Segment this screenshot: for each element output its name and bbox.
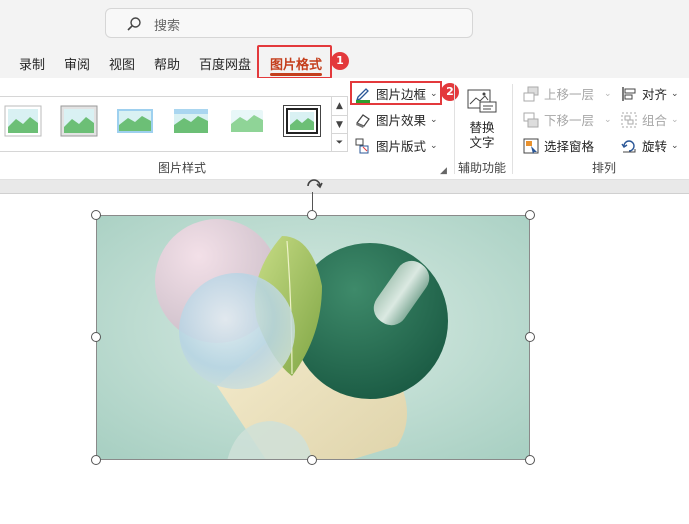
picture-styles-group-label: 图片样式	[158, 161, 207, 175]
chevron-down-icon: ⌄	[671, 140, 679, 151]
picture-style-4[interactable]	[172, 105, 210, 137]
group-divider	[454, 84, 455, 174]
picture-style-6[interactable]	[283, 105, 321, 137]
border-button-highlight	[350, 81, 442, 105]
group-button[interactable]: 组合 ⌄	[620, 110, 679, 129]
tab-highlight-box	[257, 45, 332, 79]
alt-text-label-1: 替换	[469, 120, 495, 135]
title-bar: 搜索	[0, 0, 689, 44]
resize-handle-right[interactable]	[525, 332, 535, 342]
tab-review[interactable]: 审阅	[64, 54, 90, 73]
tab-baidu-netdisk[interactable]: 百度网盘	[199, 54, 251, 73]
resize-handle-bottom[interactable]	[307, 455, 317, 465]
send-backward-label: 下移一层	[544, 113, 595, 128]
effects-icon	[354, 111, 372, 129]
document-top-area	[0, 180, 689, 194]
align-button[interactable]: 对齐 ⌄	[620, 84, 679, 103]
alt-text-button[interactable]: 替换 文字	[460, 84, 504, 150]
picture-style-5[interactable]	[228, 105, 266, 137]
chevron-down-icon: ⌄	[430, 140, 438, 151]
resize-handle-top-right[interactable]	[525, 210, 535, 220]
bring-forward-icon	[522, 85, 540, 103]
group-divider	[512, 84, 513, 174]
picture-layout-button[interactable]: 图片版式 ⌄	[354, 136, 438, 155]
selection-pane-button[interactable]: 选择窗格	[522, 136, 594, 155]
chevron-down-icon: ⌄	[430, 114, 438, 125]
dialog-launcher-icon[interactable]: ◢	[440, 166, 447, 176]
picture-style-3[interactable]	[116, 105, 154, 137]
bring-forward-button[interactable]: 上移一层 ⌄	[522, 84, 612, 103]
rotate-icon	[620, 137, 638, 155]
resize-handle-left[interactable]	[91, 332, 101, 342]
gallery-more[interactable]: ⏷	[331, 133, 347, 152]
selection-pane-icon	[522, 137, 540, 155]
search-box[interactable]: 搜索	[105, 8, 473, 38]
search-icon	[126, 16, 142, 36]
step-badge-1: 1	[331, 52, 349, 70]
alt-text-label-2: 文字	[469, 135, 495, 150]
align-icon	[620, 85, 638, 103]
selected-picture[interactable]	[96, 215, 530, 460]
rotate-handle-icon[interactable]	[304, 174, 324, 196]
chevron-down-icon: ⌄	[671, 114, 679, 125]
step-badge-2: 2	[441, 83, 459, 101]
layout-icon	[354, 137, 372, 155]
selection-pane-label: 选择窗格	[544, 139, 595, 154]
group-icon	[620, 111, 638, 129]
chevron-down-icon: ⌄	[604, 114, 612, 125]
picture-effects-button[interactable]: 图片效果 ⌄	[354, 110, 438, 129]
resize-handle-top-left[interactable]	[91, 210, 101, 220]
chevron-down-icon: ⌄	[671, 88, 679, 99]
tab-record[interactable]: 录制	[19, 54, 45, 73]
bring-forward-label: 上移一层	[544, 87, 595, 102]
arrange-group-label: 排列	[592, 161, 617, 175]
gallery-scroll-up[interactable]: ▲	[331, 97, 347, 115]
resize-handle-bottom-left[interactable]	[91, 455, 101, 465]
resize-handle-top[interactable]	[307, 210, 317, 220]
chevron-down-icon: ⌄	[604, 88, 612, 99]
tab-help[interactable]: 帮助	[154, 54, 180, 73]
resize-handle-bottom-right[interactable]	[525, 455, 535, 465]
align-label: 对齐	[642, 87, 668, 102]
group-label: 组合	[642, 113, 668, 128]
send-backward-button[interactable]: 下移一层 ⌄	[522, 110, 612, 129]
picture-style-1[interactable]	[4, 105, 42, 137]
search-placeholder: 搜索	[154, 19, 181, 34]
rotate-button[interactable]: 旋转 ⌄	[620, 136, 679, 155]
send-backward-icon	[522, 111, 540, 129]
accessibility-group-label: 辅助功能	[458, 161, 507, 175]
picture-styles-gallery: ▲ ▼ ⏷	[0, 96, 348, 152]
picture-style-2[interactable]	[60, 105, 98, 137]
rotate-label: 旋转	[642, 139, 668, 154]
tab-view[interactable]: 视图	[109, 54, 135, 73]
gallery-scroll-down[interactable]: ▼	[331, 115, 347, 133]
alt-text-icon	[466, 88, 498, 118]
picture-layout-label: 图片版式	[376, 139, 427, 154]
picture-effects-label: 图片效果	[376, 113, 427, 128]
